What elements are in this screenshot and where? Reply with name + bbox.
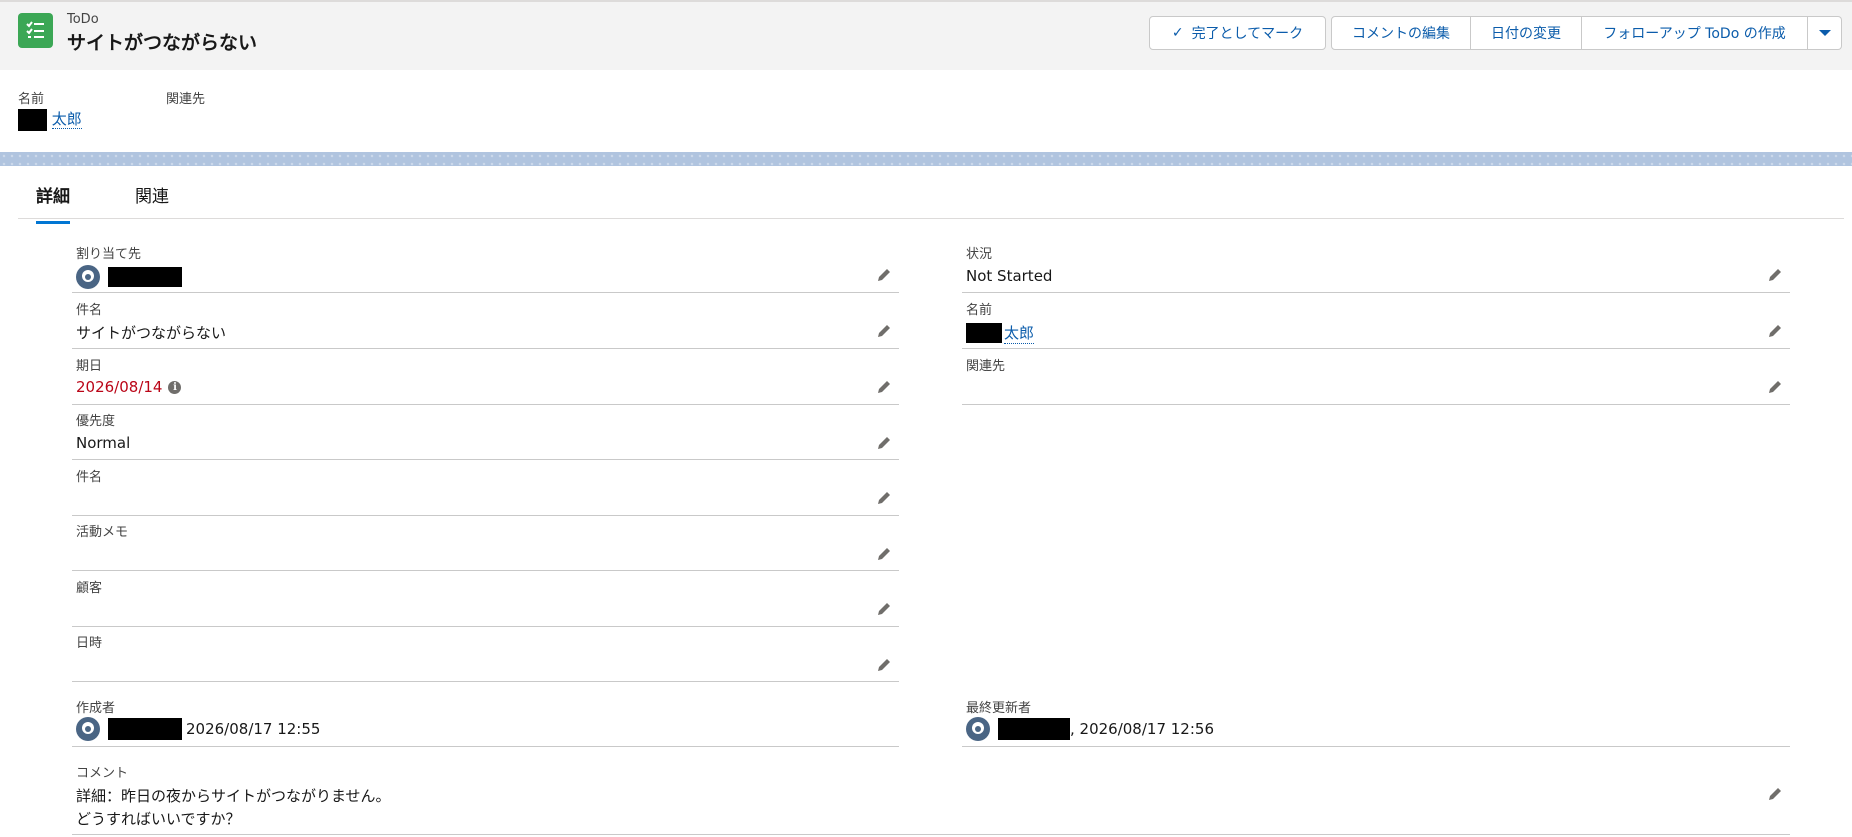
datetime-label: 日時 xyxy=(76,636,103,651)
last-modified-by-value: , 2026/08/17 12:56 xyxy=(966,717,1214,741)
pencil-icon[interactable] xyxy=(876,657,892,673)
tab-details[interactable]: 詳細 xyxy=(36,182,70,224)
pencil-icon[interactable] xyxy=(1767,786,1783,802)
tab-bar: 詳細 関連 xyxy=(18,168,1844,224)
redacted-block xyxy=(966,323,1002,343)
activity-memo-label: 活動メモ xyxy=(76,525,129,540)
subject-label: 件名 xyxy=(76,303,103,318)
field-assigned-to: 割り当て先 xyxy=(72,243,899,293)
assigned-to-label: 割り当て先 xyxy=(76,247,142,262)
pencil-icon[interactable] xyxy=(1767,379,1783,395)
status-label: 状況 xyxy=(966,247,993,262)
field-comment: コメント 詳細：昨日の夜からサイトがつながりません。 どうすればいいですか？ xyxy=(72,762,1790,835)
page-title: サイトがつながらない xyxy=(67,32,258,54)
field-subject-2: 件名 xyxy=(72,466,899,516)
due-date-text: 2026/08/14 xyxy=(76,378,163,396)
priority-label: 優先度 xyxy=(76,414,116,429)
pencil-icon[interactable] xyxy=(1767,267,1783,283)
field-customer: 顧客 xyxy=(72,577,899,627)
field-priority: 優先度 Normal xyxy=(72,410,899,460)
subject-2-label: 件名 xyxy=(76,470,103,485)
last-modified-by-label: 最終更新者 xyxy=(966,701,1032,716)
name-label: 名前 xyxy=(966,303,993,318)
due-date-label: 期日 xyxy=(76,359,103,374)
highlight-related-label: 関連先 xyxy=(166,92,206,107)
object-type-label: ToDo xyxy=(67,12,99,27)
field-due-date: 期日 2026/08/14 i xyxy=(72,355,899,405)
pencil-icon[interactable] xyxy=(876,435,892,451)
mark-complete-button[interactable]: ✓ 完了としてマーク xyxy=(1149,16,1326,50)
comment-label: コメント xyxy=(76,766,129,781)
info-icon[interactable]: i xyxy=(168,380,182,394)
pencil-icon[interactable] xyxy=(876,323,892,339)
redacted-block xyxy=(998,718,1070,740)
tab-related[interactable]: 関連 xyxy=(135,182,169,221)
created-by-date: 2026/08/17 12:55 xyxy=(186,720,321,738)
due-date-value: 2026/08/14 i xyxy=(76,378,182,396)
pencil-icon[interactable] xyxy=(876,490,892,506)
subject-value: サイトがつながらない xyxy=(76,324,227,342)
highlight-name-link[interactable]: 太郎 xyxy=(51,110,82,129)
pencil-icon[interactable] xyxy=(876,601,892,617)
edit-comment-button[interactable]: コメントの編集 xyxy=(1331,16,1471,50)
redacted-block xyxy=(18,108,47,131)
header-bar: ToDo サイトがつながらない ✓ 完了としてマーク コメントの編集 日付の変更… xyxy=(0,0,1852,70)
priority-value: Normal xyxy=(76,434,131,452)
create-follow-up-button[interactable]: フォローアップ ToDo の作成 xyxy=(1582,16,1808,50)
name-value[interactable]: 太郎 xyxy=(966,322,1035,344)
status-value: Not Started xyxy=(966,267,1053,285)
highlight-name-label: 名前 xyxy=(18,92,45,107)
comment-line-2: どうすればいいですか？ xyxy=(76,810,241,828)
highlight-name-value[interactable]: 太郎 xyxy=(18,108,82,131)
redacted-block xyxy=(108,718,182,740)
assigned-to-value[interactable] xyxy=(76,265,182,289)
user-avatar-icon xyxy=(966,717,990,741)
pencil-icon[interactable] xyxy=(1767,323,1783,339)
field-subject: 件名 サイトがつながらない xyxy=(72,299,899,349)
checkmark-icon: ✓ xyxy=(1171,25,1184,41)
comment-line-1: 詳細：昨日の夜からサイトがつながりません。 xyxy=(76,787,391,805)
task-list-icon xyxy=(18,13,53,48)
created-by-value: 2026/08/17 12:55 xyxy=(76,717,320,741)
pencil-icon[interactable] xyxy=(876,546,892,562)
action-button-group: コメントの編集 日付の変更 フォローアップ ToDo の作成 xyxy=(1331,16,1842,50)
field-status: 状況 Not Started xyxy=(962,243,1790,293)
user-avatar-icon xyxy=(76,717,100,741)
field-name: 名前 太郎 xyxy=(962,299,1790,349)
customer-label: 顧客 xyxy=(76,581,103,596)
more-actions-button[interactable] xyxy=(1808,16,1842,50)
record-header: ToDo サイトがつながらない ✓ 完了としてマーク コメントの編集 日付の変更… xyxy=(0,0,1852,153)
mark-complete-label: 完了としてマーク xyxy=(1191,26,1304,42)
name-link[interactable]: 太郎 xyxy=(1004,322,1035,344)
decorative-band xyxy=(0,152,1852,166)
created-by-label: 作成者 xyxy=(76,701,116,716)
change-date-button[interactable]: 日付の変更 xyxy=(1471,16,1582,50)
field-datetime: 日時 xyxy=(72,632,899,682)
field-related-to: 関連先 xyxy=(962,355,1790,405)
chevron-down-icon xyxy=(1818,30,1831,36)
redacted-block xyxy=(108,267,182,287)
pencil-icon[interactable] xyxy=(876,267,892,283)
user-avatar-icon xyxy=(76,265,100,289)
last-modified-by-date: , 2026/08/17 12:56 xyxy=(1070,720,1214,738)
field-activity-memo: 活動メモ xyxy=(72,521,899,571)
field-created-by: 作成者 2026/08/17 12:55 xyxy=(72,697,899,747)
field-last-modified-by: 最終更新者 , 2026/08/17 12:56 xyxy=(962,697,1790,747)
pencil-icon[interactable] xyxy=(876,379,892,395)
related-to-label: 関連先 xyxy=(966,359,1006,374)
